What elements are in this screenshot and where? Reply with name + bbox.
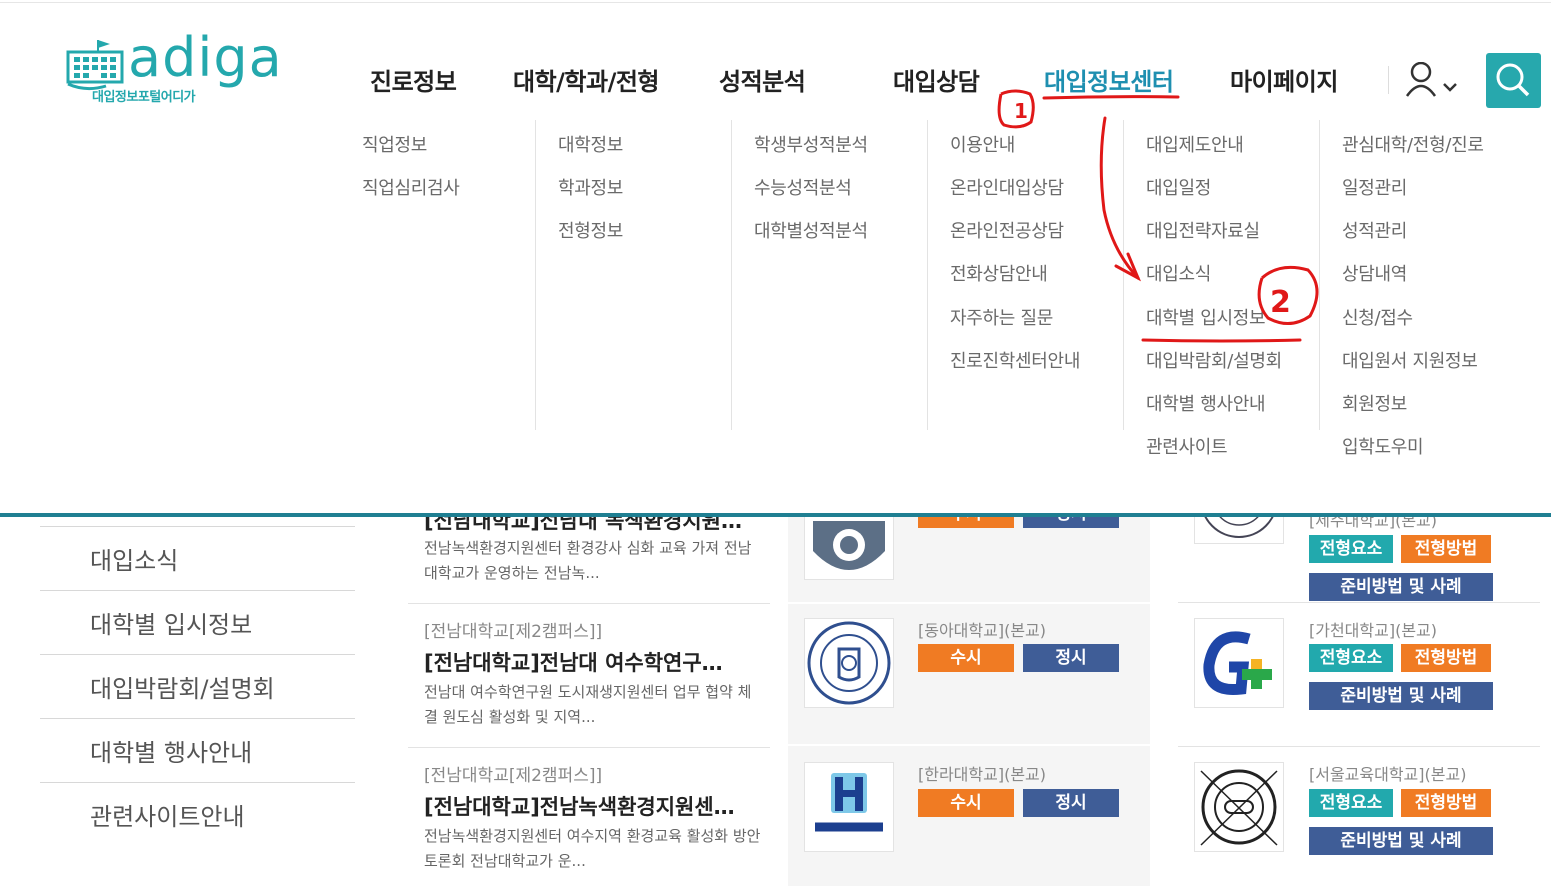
menu-item[interactable]: 대입소식 bbox=[1146, 260, 1211, 286]
menu-item[interactable]: 대학정보 bbox=[558, 131, 623, 157]
menu-item[interactable]: 수능성적분석 bbox=[754, 174, 852, 200]
news-item[interactable]: [전남대학교[제2캠퍼스]] [전남대학교]전남대 여수학연구… 전남대 여수학… bbox=[408, 604, 770, 744]
news-desc: 전남녹색환경지원센터 환경강사 심화 교육 가져 전남대학교가 운영하는 전남녹… bbox=[424, 539, 752, 582]
sidebar-item-fair[interactable]: 대입박람회/설명회 bbox=[40, 654, 355, 718]
menu-item[interactable]: 일정관리 bbox=[1342, 174, 1407, 200]
nav-university[interactable]: 대학/학과/전형 bbox=[513, 62, 660, 97]
menu-item[interactable]: 대입박람회/설명회 bbox=[1146, 347, 1282, 373]
preparation-button[interactable]: 준비방법 및 사례 bbox=[1309, 682, 1493, 710]
divider bbox=[927, 120, 928, 430]
menu-item[interactable]: 회원정보 bbox=[1342, 390, 1407, 416]
jeongsi-button[interactable]: 정시 bbox=[1023, 789, 1119, 817]
logo-word: adiga bbox=[128, 26, 283, 89]
sidebar-item-label: 대학별 입시정보 bbox=[90, 611, 253, 639]
menu-item[interactable]: 직업심리검사 bbox=[362, 174, 460, 200]
preparation-button[interactable]: 준비방법 및 사례 bbox=[1309, 827, 1493, 855]
menu-item[interactable]: 성적관리 bbox=[1342, 217, 1407, 243]
menu-item[interactable]: 입학도우미 bbox=[1342, 433, 1424, 459]
sidebar-item-label: 대입박람회/설명회 bbox=[90, 675, 275, 703]
menu-item[interactable]: 대입일정 bbox=[1146, 174, 1211, 200]
university-logo[interactable] bbox=[804, 762, 894, 852]
menu-item[interactable]: 학과정보 bbox=[558, 174, 623, 200]
divider bbox=[1178, 746, 1540, 747]
divider bbox=[1388, 66, 1389, 94]
divider bbox=[535, 120, 536, 430]
logo[interactable]: adiga 대입정보포털어디가 bbox=[66, 26, 306, 114]
sidebar-item-events[interactable]: 대학별 행사안내 bbox=[40, 718, 355, 782]
user-icon bbox=[1405, 61, 1457, 97]
news-category: [전남대학교[제2캠퍼스]] bbox=[424, 766, 603, 786]
dropdown-bottom-border bbox=[0, 513, 1551, 517]
menu-item[interactable]: 이용안내 bbox=[950, 131, 1015, 157]
news-desc: 전남대 여수학연구원 도시재생지원센터 업무 협약 체결 원도심 활성화 및 지… bbox=[424, 683, 752, 726]
jeongsi-button[interactable]: 정시 bbox=[1023, 644, 1119, 672]
menu-item[interactable]: 직업정보 bbox=[362, 131, 427, 157]
selection-method-button[interactable]: 전형방법 bbox=[1401, 535, 1491, 563]
selection-method-button[interactable]: 전형방법 bbox=[1401, 644, 1491, 672]
selection-element-button[interactable]: 전형요소 bbox=[1309, 644, 1393, 672]
menu-item[interactable]: 대학별성적분석 bbox=[754, 217, 868, 243]
sidebar-item-news[interactable]: 대입소식 bbox=[40, 526, 355, 590]
menu-item[interactable]: 전화상담안내 bbox=[950, 260, 1048, 286]
menu-item[interactable]: 상담내역 bbox=[1342, 260, 1407, 286]
menu-item[interactable]: 온라인전공상담 bbox=[950, 217, 1064, 243]
header: adiga 대입정보포털어디가 진로정보 대학/학과/전형 성적분석 대입상담 … bbox=[0, 0, 1551, 517]
selection-element-button[interactable]: 전형요소 bbox=[1309, 535, 1393, 563]
menu-item[interactable]: 관련사이트 bbox=[1146, 433, 1228, 459]
university-name: [서울교육대학교](본교) bbox=[1309, 765, 1467, 784]
news-item[interactable]: [전남대학교[제2캠퍼스]] [전남대학교]전남녹색환경지원센… 전남녹색환경지… bbox=[408, 748, 770, 886]
university-logo[interactable] bbox=[1194, 762, 1284, 852]
menu-item[interactable]: 대입원서 지원정보 bbox=[1342, 347, 1478, 373]
nav-mypage[interactable]: 마이페이지 bbox=[1230, 62, 1338, 97]
divider bbox=[0, 2, 1551, 3]
divider bbox=[1178, 602, 1540, 603]
menu-item[interactable]: 온라인대입상담 bbox=[950, 174, 1064, 200]
sidebar-item-label: 대입소식 bbox=[90, 547, 179, 575]
nav-admission-center[interactable]: 대입정보센터 bbox=[1044, 62, 1174, 97]
university-name: [가천대학교](본교) bbox=[1309, 621, 1438, 640]
menu-item-admission-info[interactable]: 대학별 입시정보 bbox=[1146, 304, 1266, 330]
news-title[interactable]: [전남대학교]전남대 여수학연구… bbox=[424, 647, 764, 677]
university-name: [동아대학교](본교) bbox=[918, 621, 1047, 640]
sidebar-item-admission-info[interactable]: 대학별 입시정보 bbox=[40, 590, 355, 654]
menu-item[interactable]: 진로진학센터안내 bbox=[950, 347, 1080, 373]
divider bbox=[1123, 120, 1124, 430]
news-desc: 전남녹색환경지원센터 여수지역 환경교육 활성화 방안 토론회 전남대학교가 운… bbox=[424, 827, 761, 870]
selection-element-button[interactable]: 전형요소 bbox=[1309, 789, 1393, 817]
news-category: [전남대학교[제2캠퍼스]] bbox=[424, 622, 603, 642]
sidebar-item-label: 관련사이트안내 bbox=[90, 803, 245, 831]
university-logo[interactable] bbox=[1194, 618, 1284, 708]
menu-item[interactable]: 대입제도안내 bbox=[1146, 131, 1244, 157]
university-logo[interactable] bbox=[804, 618, 894, 708]
sidebar-item-related-sites[interactable]: 관련사이트안내 bbox=[40, 782, 355, 846]
menu-item[interactable]: 자주하는 질문 bbox=[950, 304, 1053, 330]
nav-career[interactable]: 진로정보 bbox=[370, 62, 457, 97]
selection-method-button[interactable]: 전형방법 bbox=[1401, 789, 1491, 817]
menu-item[interactable]: 전형정보 bbox=[558, 217, 623, 243]
menu-item[interactable]: 대입전략자료실 bbox=[1146, 217, 1260, 243]
search-button[interactable] bbox=[1486, 53, 1541, 108]
nav-counseling[interactable]: 대입상담 bbox=[893, 62, 980, 97]
user-menu[interactable] bbox=[1404, 61, 1460, 98]
menu-item[interactable]: 대학별 행사안내 bbox=[1146, 390, 1266, 416]
university-name: [한라대학교](본교) bbox=[918, 765, 1047, 784]
preparation-button[interactable]: 준비방법 및 사례 bbox=[1309, 573, 1493, 601]
nav-score-analysis[interactable]: 성적분석 bbox=[719, 62, 806, 97]
menu-item[interactable]: 관심대학/전형/진로 bbox=[1342, 131, 1484, 157]
susi-button[interactable]: 수시 bbox=[918, 789, 1014, 817]
search-icon bbox=[1496, 63, 1530, 97]
logo-tagline: 대입정보포털어디가 bbox=[92, 90, 196, 105]
divider bbox=[731, 120, 732, 430]
divider bbox=[1319, 120, 1320, 430]
menu-item[interactable]: 학생부성적분석 bbox=[754, 131, 868, 157]
news-title[interactable]: [전남대학교]전남녹색환경지원센… bbox=[424, 791, 764, 821]
sidebar-item-label: 대학별 행사안내 bbox=[90, 739, 253, 767]
susi-button[interactable]: 수시 bbox=[918, 644, 1014, 672]
menu-item[interactable]: 신청/접수 bbox=[1342, 304, 1413, 330]
